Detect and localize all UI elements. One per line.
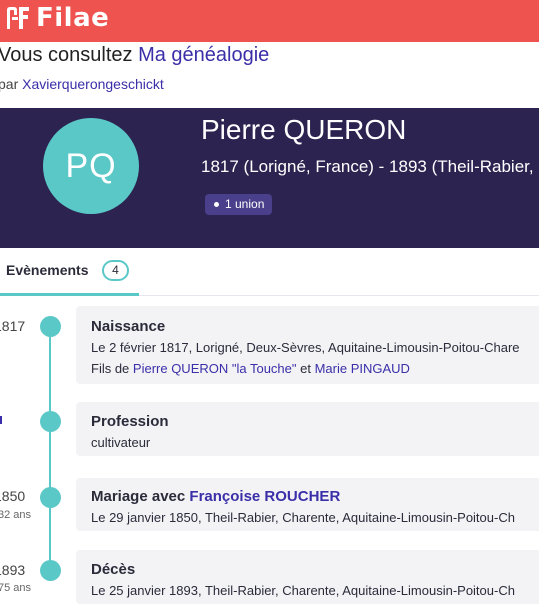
person-header: PQ Pierre QUERON 1817 (Lorigné, France) … [0,108,539,248]
author-line: par Xavierquerongeschickt [0,76,164,92]
bullet-icon [214,202,219,207]
event-detail: Le 29 janvier 1850, Theil-Rabier, Charen… [91,510,515,525]
filae-logo-icon [7,7,29,29]
timeline-node [40,411,61,432]
filae-logo[interactable]: Filae [4,3,109,33]
event-year: 1817 [0,318,26,334]
event-card-birth: Naissance Le 2 février 1817, Lorigné, De… [76,306,539,384]
event-card-profession: Profession cultivateur [76,402,539,456]
event-title: Naissance [91,318,166,335]
union-badge-label: 1 union [225,197,265,211]
by-prefix: par [0,76,23,92]
spouse-link[interactable]: Françoise ROUCHER [189,488,340,505]
event-year: 1850 [0,488,26,504]
tab-events-count: 4 [102,260,129,281]
event-detail: cultivateur [91,435,151,450]
brand-name: Filae [36,3,110,33]
consult-line: Vous consultez Ma généalogie [0,44,269,67]
event-title: Décès [91,561,136,578]
person-name: Pierre QUERON [201,114,407,145]
timeline-node [40,487,61,508]
union-badge[interactable]: 1 union [205,194,273,215]
top-bar: Filae [0,0,539,42]
event-year-marker [0,416,2,424]
person-lifespan: 1817 (Lorigné, France) - 1893 (Theil-Rab… [201,157,534,176]
event-card-marriage: Mariage avec Françoise ROUCHER Le 29 jan… [76,478,539,531]
parents-prefix: Fils de [91,361,133,376]
timeline-node [40,560,61,581]
author-link[interactable]: Xavierquerongeschickt [22,76,164,92]
tab-events-label: Evènements [6,262,89,278]
tab-events[interactable]: Evènements 4 [0,250,139,296]
event-detail: Le 2 février 1817, Lorigné, Deux-Sèvres,… [91,340,520,355]
event-title: Mariage avec Françoise ROUCHER [91,488,340,505]
event-year: 1893 [0,562,26,578]
event-card-death: Décès Le 25 janvier 1893, Theil-Rabier, … [76,550,539,604]
event-title: Profession [91,413,169,430]
timeline-node [40,316,61,337]
consult-prefix: Vous consultez [0,44,139,66]
father-link[interactable]: Pierre QUERON "la Touche" [133,361,297,376]
timeline-line [49,325,51,570]
event-age: 75 ans [0,582,32,594]
event-parents: Fils de Pierre QUERON "la Touche" et Mar… [91,361,410,376]
tree-link[interactable]: Ma généalogie [138,44,269,66]
avatar: PQ [43,118,139,214]
mother-link[interactable]: Marie PINGAUD [315,361,410,376]
tab-bar: Evènements 4 [0,250,539,296]
parents-and: et [296,361,315,376]
event-detail: Le 25 janvier 1893, Theil-Rabier, Charen… [91,583,515,598]
marriage-prefix: Mariage avec [91,488,190,505]
event-age: 32 ans [0,509,32,521]
